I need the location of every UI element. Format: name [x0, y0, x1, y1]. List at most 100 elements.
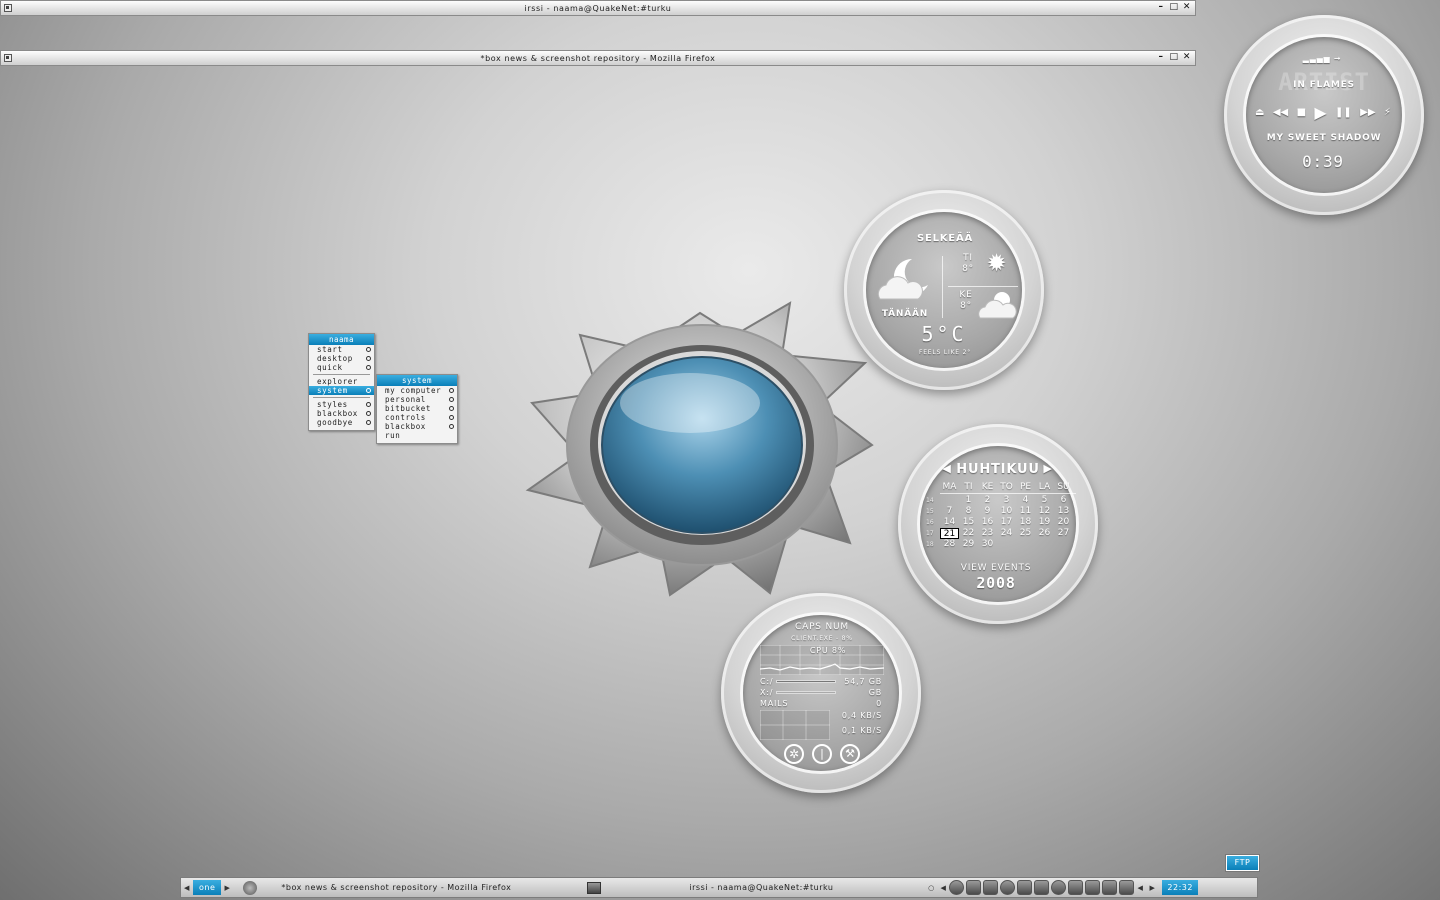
update-icon[interactable]: [1000, 880, 1016, 895]
irssi-titlebar[interactable]: irssi - naama@QuakeNet:#turku – □ ✕: [0, 0, 1196, 16]
menu-item-controls[interactable]: controls: [377, 413, 457, 422]
menu-item-personal[interactable]: personal: [377, 395, 457, 404]
network-icon[interactable]: [949, 880, 965, 895]
volume-indicator-icon[interactable]: ▂▃▄▅ ➞: [1302, 54, 1342, 63]
window-menu-icon[interactable]: [4, 4, 12, 12]
eject-icon[interactable]: ⏏: [1255, 107, 1264, 118]
ftp-button[interactable]: FTP: [1226, 855, 1259, 871]
taskbar-task-firefox[interactable]: *box news & screenshot repository - Mozi…: [233, 879, 577, 896]
menu-separator: [313, 397, 370, 398]
irssi-title: irssi - naama@QuakeNet:#turku: [524, 3, 672, 13]
maximize-button[interactable]: □: [1169, 52, 1179, 63]
player-artist: IN FLAMES: [1293, 80, 1355, 90]
firefox-title: *box news & screenshot repository - Mozi…: [480, 53, 716, 63]
calendar-month: HUHTIKUU: [956, 462, 1040, 477]
system-submenu: system my computer personal bitbucket co…: [376, 374, 458, 444]
taskbar-task-label: *box news & screenshot repository - Mozi…: [281, 883, 512, 892]
k-icon[interactable]: [1034, 880, 1050, 895]
forecast-day2: KE 8°: [959, 290, 973, 311]
weather-condition: SELKEÄÄ: [916, 233, 974, 244]
tray-right-icon[interactable]: ▶: [1146, 884, 1158, 892]
net-upload: 0,1 KB/S: [841, 726, 882, 735]
user-icon[interactable]: [1051, 880, 1067, 895]
forecast-day1: TI 8°: [962, 253, 974, 274]
workspace-prev-icon[interactable]: ◀: [181, 884, 193, 892]
calendar-prev-icon[interactable]: ◀: [942, 462, 952, 475]
current-temperature: 5°C: [921, 322, 967, 346]
system-tray: [949, 880, 1135, 895]
minimize-button[interactable]: –: [1156, 52, 1166, 63]
taskbar: ◀ one ▶ *box news & screenshot repositor…: [180, 877, 1258, 898]
menu-item-blackbox-sys[interactable]: blackbox: [377, 422, 457, 431]
grid-icon[interactable]: [1068, 880, 1084, 895]
menu-item-quick[interactable]: quick: [309, 363, 374, 372]
drive-c-value: 54,7 GB: [844, 677, 882, 686]
settings-icon[interactable]: ✲: [784, 744, 804, 764]
tray-prev-icon[interactable]: ◀: [937, 884, 949, 892]
window-menu-icon[interactable]: [4, 54, 12, 62]
menu-item-styles[interactable]: styles: [309, 400, 374, 409]
weather-today-label: TÄNÄÄN: [881, 309, 929, 319]
calendar-today[interactable]: 21: [940, 528, 959, 539]
pause-icon[interactable]: ❚❚: [1335, 107, 1352, 118]
power-icon[interactable]: |: [812, 744, 832, 764]
moon-cloud-icon: [877, 258, 928, 300]
sun-cloud-icon: [978, 292, 1017, 319]
shuffle-icon[interactable]: ⚡: [1384, 107, 1391, 118]
taskbar-task-irssi[interactable]: irssi - naama@QuakeNet:#turku: [577, 879, 925, 896]
menu-item-blackbox[interactable]: blackbox: [309, 409, 374, 418]
tray-left-icon[interactable]: ◀: [1134, 884, 1146, 892]
menu-item-start[interactable]: start: [309, 345, 374, 354]
taskbar-task-label: irssi - naama@QuakeNet:#turku: [689, 883, 834, 892]
tag-icon[interactable]: [1085, 880, 1101, 895]
tools-icon[interactable]: ⚒: [840, 744, 860, 764]
taskbar-clock[interactable]: 22:32: [1162, 880, 1198, 895]
terminal-icon: [587, 881, 602, 894]
edit-icon[interactable]: [1102, 880, 1118, 895]
calendar-week-row: 16 14 15 16 17 18 19 20: [926, 517, 1070, 527]
menu-separator: [313, 374, 370, 375]
mails-label: MAILS: [760, 699, 789, 708]
net-download: 0,4 KB/S: [841, 711, 882, 720]
firefox-titlebar[interactable]: *box news & screenshot repository - Mozi…: [0, 50, 1196, 66]
menu-item-bitbucket[interactable]: bitbucket: [377, 404, 457, 413]
calendar-week-row: 14 123456: [926, 495, 1067, 505]
play-icon[interactable]: ▶: [1314, 103, 1326, 122]
menu-item-explorer[interactable]: explorer: [309, 377, 374, 386]
monitor-icon[interactable]: [983, 880, 999, 895]
menu-item-system[interactable]: system: [309, 386, 374, 395]
stop-icon[interactable]: ■: [1297, 107, 1306, 118]
menu-item-run[interactable]: run: [377, 431, 457, 440]
steam-icon[interactable]: [966, 880, 982, 895]
drive-x-bar: [776, 691, 836, 694]
feels-like: FEELS LIKE 2°: [918, 349, 972, 356]
drive-c-bar: [776, 680, 836, 683]
tray-toggle-icon[interactable]: ○: [925, 884, 937, 892]
calendar-grid: MA TI KE TO PE LA SU 14 123456 15 7 8 9 10 11 12 13 …: [926, 482, 1076, 550]
menu-item-desktop[interactable]: desktop: [309, 354, 374, 363]
menu-item-goodbye[interactable]: goodbye: [309, 418, 374, 427]
previous-icon[interactable]: ◀◀: [1273, 107, 1288, 118]
workspace-next-icon[interactable]: ▶: [221, 884, 233, 892]
chart-icon[interactable]: [1119, 880, 1135, 895]
minimize-button[interactable]: –: [1156, 2, 1166, 13]
lock-keys-status: CAPS NUM: [795, 622, 849, 632]
player-time: 0:39: [1302, 152, 1344, 171]
mails-value: 0: [876, 699, 882, 708]
calendar-week-row: 15 7 8 9 10 11 12 13: [926, 506, 1070, 516]
root-menu: naama start desktop quick explorer syste…: [308, 333, 375, 431]
bug-icon[interactable]: [1017, 880, 1033, 895]
player-track: MY SWEET SHADOW: [1266, 133, 1382, 143]
calendar-next-icon[interactable]: ▶: [1043, 462, 1053, 475]
close-button[interactable]: ✕: [1182, 52, 1192, 63]
network-graph: [760, 710, 830, 740]
close-button[interactable]: ✕: [1182, 2, 1192, 13]
process-usage: CLIENT.EXE - 8%: [791, 635, 853, 642]
view-events-link[interactable]: VIEW EVENTS: [946, 563, 1046, 573]
workspace-label[interactable]: one: [193, 880, 222, 895]
maximize-button[interactable]: □: [1169, 2, 1179, 13]
calendar-year: 2008: [976, 574, 1016, 592]
sun-icon: ✹: [986, 249, 1008, 277]
menu-item-my-computer[interactable]: my computer: [377, 386, 457, 395]
next-icon[interactable]: ▶▶: [1360, 107, 1375, 118]
